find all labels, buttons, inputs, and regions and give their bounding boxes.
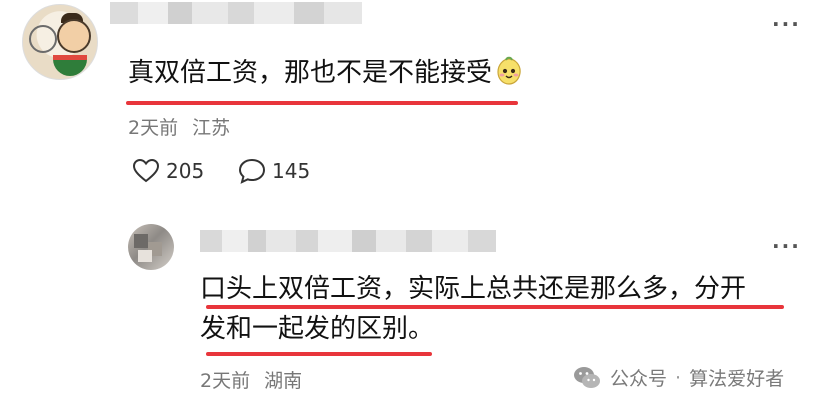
reply-count: 145 xyxy=(272,159,311,183)
reply-text-line2: 发和一起发的区别。 xyxy=(200,314,435,344)
watermark-source: 公众号 xyxy=(610,368,668,390)
watermark-separator: · xyxy=(675,366,682,389)
commenter-avatar[interactable] xyxy=(22,4,98,80)
wechat-icon xyxy=(574,366,600,388)
reply-button[interactable]: 145 xyxy=(238,158,310,184)
replier-avatar[interactable] xyxy=(128,224,174,270)
highlight-underline xyxy=(206,352,432,356)
like-button[interactable]: 205 xyxy=(132,158,204,184)
avatar-face xyxy=(57,19,91,53)
comment-body: 真双倍工资，那也不是不能接受 xyxy=(128,58,493,88)
more-options-icon[interactable]: ··· xyxy=(772,14,801,34)
reply-time: 2天前 xyxy=(200,370,251,392)
reply-text-line1: 口头上双倍工资，实际上总共还是那么多，分开 xyxy=(200,274,747,304)
replier-name-blurred xyxy=(200,230,496,252)
watermelon-illustration xyxy=(53,55,87,76)
avatar-pixel xyxy=(134,234,148,248)
comment-meta: 2天前 江苏 xyxy=(128,113,230,140)
reply-location: 湖南 xyxy=(264,370,303,392)
reply-meta: 2天前 湖南 xyxy=(200,366,302,393)
highlight-underline xyxy=(126,101,518,105)
comment-time: 2天前 xyxy=(128,117,179,139)
comment-text: 真双倍工资，那也不是不能接受 xyxy=(128,52,524,94)
more-options-icon[interactable]: ··· xyxy=(772,236,801,256)
watermark-account: 算法爱好者 xyxy=(689,368,785,390)
bean-face-emoji xyxy=(497,56,521,85)
avatar-pixel xyxy=(138,250,152,262)
comment-location: 江苏 xyxy=(192,117,231,139)
fan-illustration xyxy=(29,25,57,53)
watermark: 公众号 · 算法爱好者 xyxy=(572,364,784,391)
heart-icon xyxy=(132,158,160,183)
commenter-name-blurred xyxy=(110,2,362,24)
speech-bubble-icon xyxy=(238,158,266,184)
like-count: 205 xyxy=(166,159,205,183)
